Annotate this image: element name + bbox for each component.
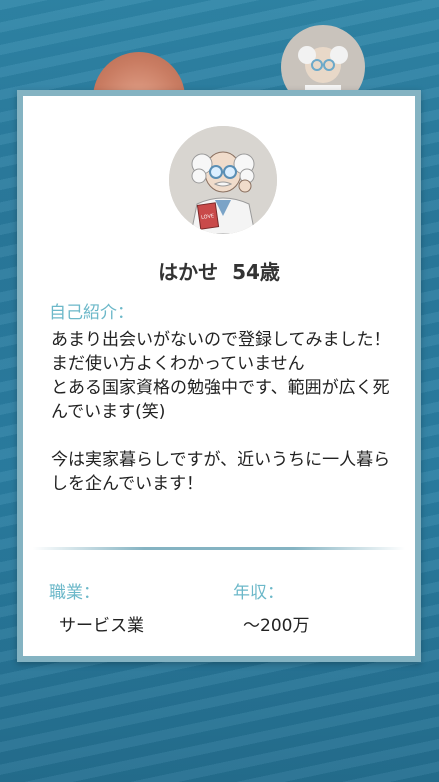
profile-name-age: はかせ 54歳 — [23, 256, 415, 285]
profile-avatar: LOVE — [169, 126, 277, 234]
income-value: 〜200万 — [243, 616, 310, 636]
job-value: サービス業 — [59, 616, 144, 636]
profile-age: 54歳 — [232, 260, 280, 284]
intro-text: あまり出会いがないので登録してみました！ まだ使い方よくわかっていません とある… — [51, 330, 391, 494]
profile-card: LOVE はかせ 54歳 自己紹介： あまり出会いがないので登録してみました！ ま… — [17, 90, 421, 662]
income-label: 年収： — [233, 583, 284, 603]
professor-avatar-icon: LOVE — [169, 126, 277, 234]
job-label: 職業： — [49, 583, 100, 603]
divider — [33, 547, 405, 550]
intro-label: 自己紹介： — [49, 303, 134, 323]
profile-name: はかせ — [158, 260, 219, 284]
